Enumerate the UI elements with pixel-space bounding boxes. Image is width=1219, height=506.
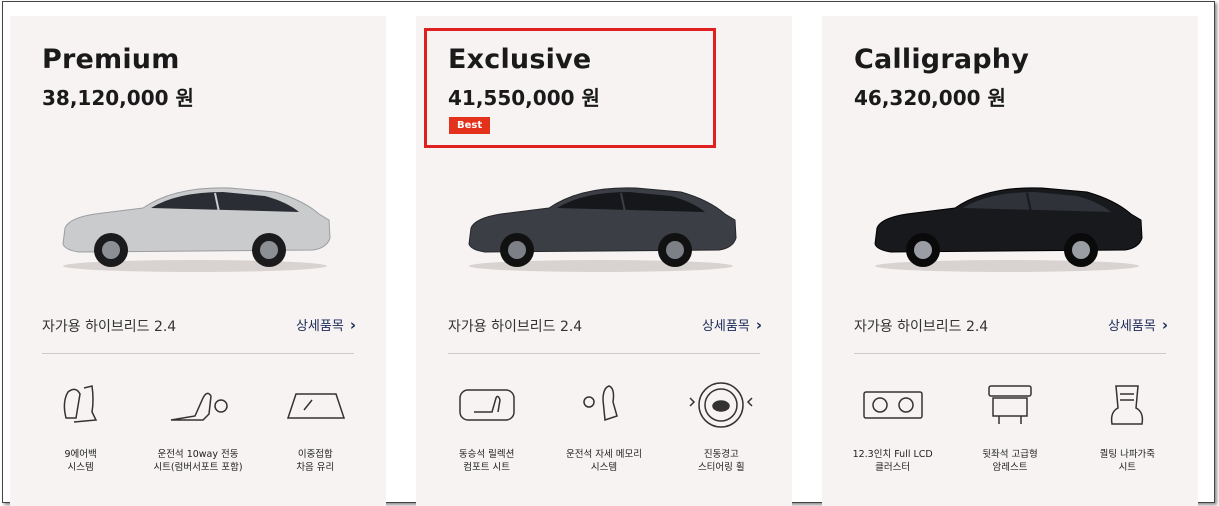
memory-seat-icon	[583, 385, 618, 422]
feature-item: 퀼팅 나파가죽 시트	[1072, 380, 1182, 474]
feature-item: 뒷좌석 고급형 암레스트	[955, 380, 1065, 474]
trim-price: 46,320,000 원	[854, 86, 1006, 110]
feature-label: 이중접합 차음 유리	[296, 449, 335, 473]
feature-item: 이중접합 차음 유리	[260, 380, 370, 474]
relaxation-seat-icon	[458, 389, 515, 421]
feature-label: 퀼팅 나파가죽 시트	[1099, 449, 1156, 473]
chevron-right-icon: ›	[349, 316, 356, 334]
car-image	[874, 187, 1143, 272]
trim-price: 38,120,000 원	[42, 86, 194, 110]
feature-item: 9에어백 시스템	[26, 380, 136, 474]
feature-item: 동승석 릴렉션 컴포트 시트	[432, 380, 542, 474]
car-image	[62, 187, 331, 272]
powertrain-label: 자가용 하이브리드 2.4	[448, 319, 583, 335]
chevron-right-icon: ›	[1161, 316, 1168, 334]
divider	[42, 353, 354, 354]
nappa-seat-icon	[1111, 385, 1144, 425]
car-image	[468, 187, 737, 272]
detail-options-label: 상세품목	[1107, 319, 1156, 334]
feature-label: 9에어백 시스템	[64, 449, 97, 473]
feature-item: 진동경고 스티어링 휠	[666, 380, 776, 474]
feature-label: 진동경고 스티어링 휠	[697, 449, 745, 473]
detail-options-label: 상세품목	[295, 319, 344, 334]
detail-options-link[interactable]: 상세품목 ›	[1108, 315, 1168, 334]
trim-name: Calligraphy	[854, 44, 1030, 75]
detail-options-link[interactable]: 상세품목 ›	[702, 315, 762, 334]
detail-options-link[interactable]: 상세품목 ›	[296, 315, 356, 334]
feature-label: 운전석 10way 전동 시트(럼버서포트 포함)	[153, 449, 243, 473]
feature-item: 12.3인치 Full LCD 클러스터	[838, 380, 948, 474]
power-seat-icon	[170, 392, 228, 421]
trim-card-premium[interactable]: Premium 38,120,000 원 자가용 하이브리드 2.4 상세품목 ›…	[10, 16, 386, 506]
chevron-right-icon: ›	[755, 316, 762, 334]
feature-label: 동승석 릴렉션 컴포트 시트	[458, 449, 515, 473]
lcd-cluster-icon	[862, 391, 923, 419]
steering-wheel-icon	[689, 382, 753, 428]
feature-label: 뒷좌석 고급형 암레스트	[982, 449, 1038, 473]
trim-card-calligraphy[interactable]: Calligraphy 46,320,000 원 자가용 하이브리드 2.4 상…	[822, 16, 1198, 506]
divider	[854, 353, 1166, 354]
divider	[448, 353, 760, 354]
trim-name: Premium	[42, 44, 180, 75]
feature-label: 운전석 자세 메모리 시스템	[566, 449, 642, 473]
feature-label: 12.3인치 Full LCD 클러스터	[852, 449, 933, 473]
highlight-box	[424, 28, 716, 148]
powertrain-label: 자가용 하이브리드 2.4	[854, 319, 989, 335]
airbag-seat-icon	[63, 385, 97, 423]
windshield-icon	[287, 393, 346, 419]
feature-item: 운전석 10way 전동 시트(럼버서포트 포함)	[143, 380, 253, 474]
feature-item: 운전석 자세 메모리 시스템	[549, 380, 659, 474]
powertrain-label: 자가용 하이브리드 2.4	[42, 319, 177, 335]
detail-options-label: 상세품목	[701, 319, 750, 334]
rear-armrest-icon	[988, 385, 1032, 424]
